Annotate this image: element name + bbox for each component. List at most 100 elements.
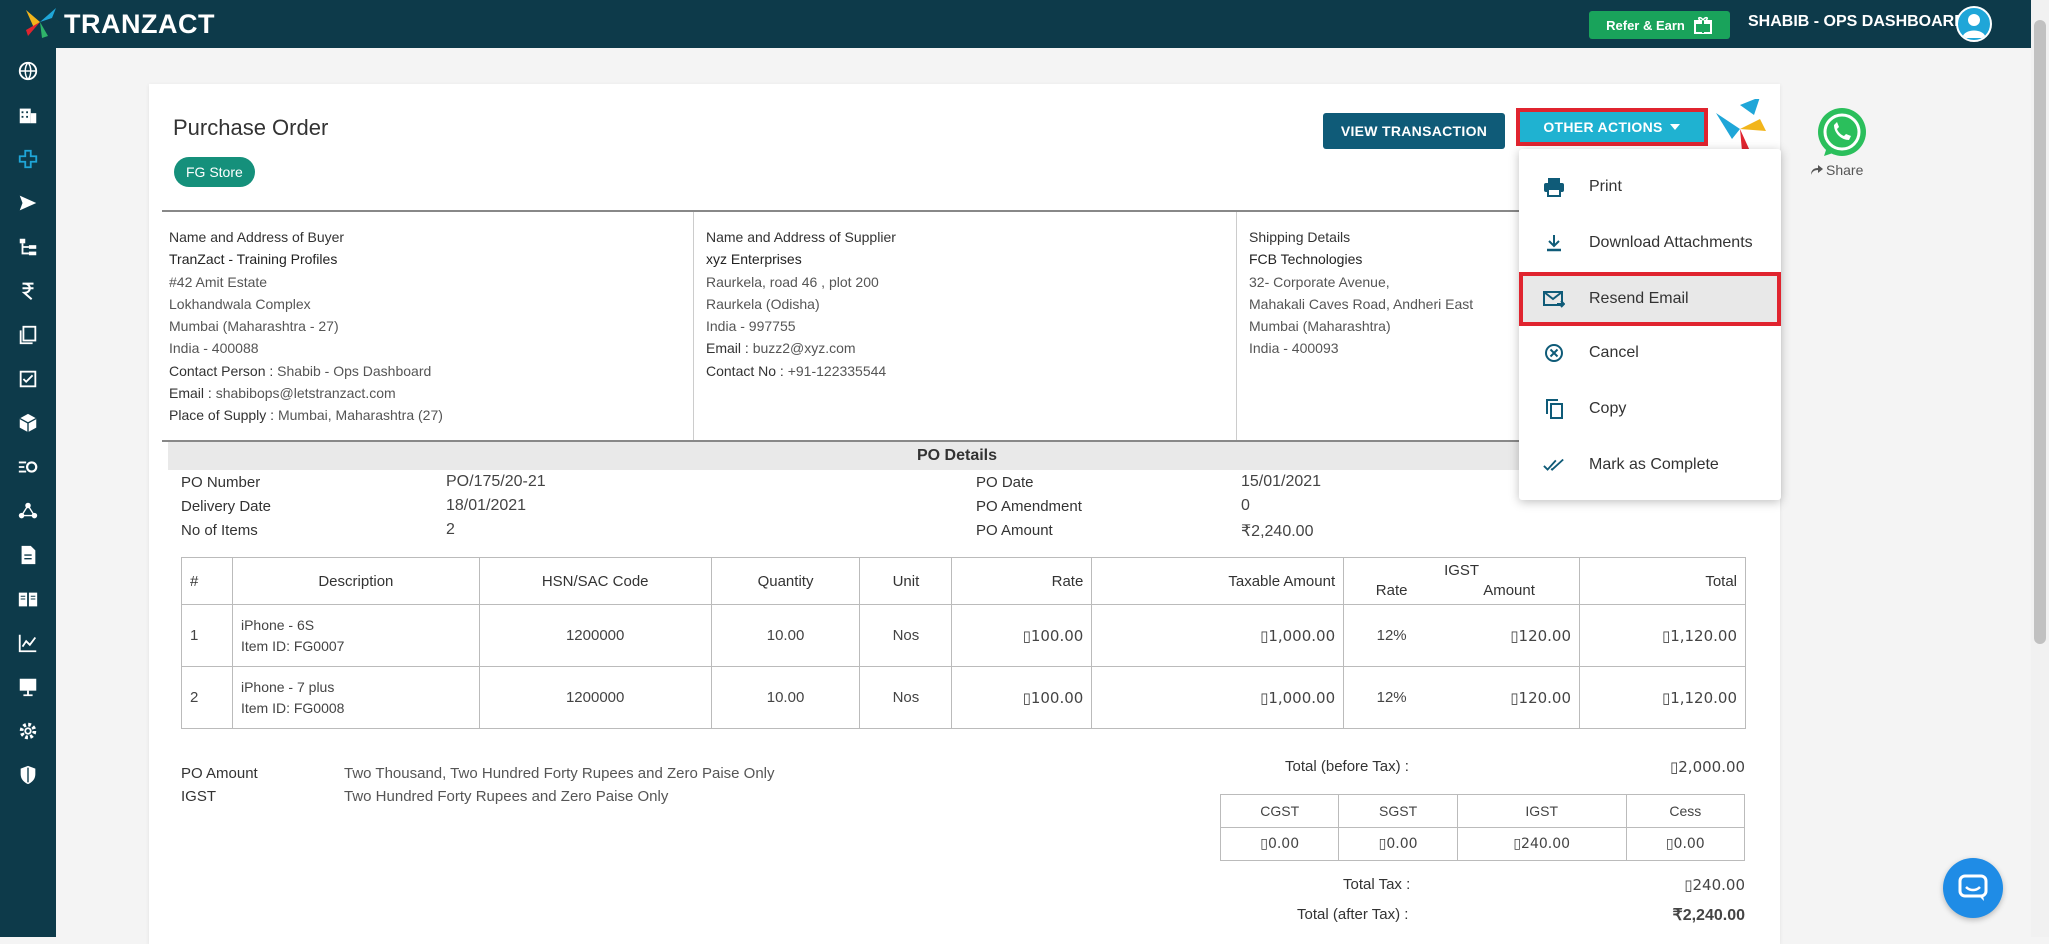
- buyer-contact-label: Contact Person :: [169, 362, 274, 379]
- buyer-heading: Name and Address of Buyer: [169, 229, 345, 245]
- shipping-line2: Mahakali Caves Road, Andheri East: [1249, 295, 1474, 312]
- total-before-tax-value: ▯2,000.00: [1670, 758, 1746, 776]
- address-section: Name and Address of Buyer TranZact - Tra…: [162, 210, 1737, 442]
- view-transaction-button[interactable]: VIEW TRANSACTION: [1323, 113, 1505, 149]
- total-after-tax-value: ₹2,240.00: [1672, 907, 1745, 924]
- row-igst-amount: ▯120.00: [1510, 626, 1572, 645]
- menu-label-print: Print: [1589, 178, 1622, 195]
- menu-label-cancel: Cancel: [1589, 344, 1639, 361]
- share-link[interactable]: Share: [1810, 162, 1863, 178]
- igst-header: IGST: [1444, 562, 1480, 579]
- buyer-supply-value: Mumbai, Maharashtra (27): [277, 407, 443, 424]
- tax-header-cgst: CGST: [1219, 794, 1340, 828]
- vertical-scrollbar[interactable]: [2031, 0, 2049, 937]
- po-date-label: PO Date: [976, 474, 1034, 491]
- po-amendment-value: 0: [1241, 497, 1250, 514]
- row-rate: ▯100.00: [951, 604, 1093, 667]
- logo-text: TRANZACT: [64, 8, 215, 39]
- scrollbar-thumb[interactable]: [2034, 20, 2046, 644]
- table-row: 1 iPhone - 6S Item ID: FG0007 1200000 10…: [181, 604, 1746, 667]
- globe-icon[interactable]: [15, 58, 41, 84]
- gear-icon[interactable]: [15, 718, 41, 744]
- supplier-email-value: buzz2@xyz.com: [752, 340, 856, 357]
- item-id: Item ID: FG0007: [240, 637, 345, 654]
- col-total: Total: [1579, 557, 1746, 605]
- row-total: ▯1,120.00: [1579, 604, 1746, 667]
- refer-and-earn-button[interactable]: Refer & Earn: [1589, 11, 1730, 39]
- menu-label-copy: Copy: [1589, 400, 1627, 417]
- store-chip: FG Store: [174, 157, 255, 187]
- buyer-contact-value: Shabib - Ops Dashboard: [277, 362, 432, 379]
- col-num: #: [181, 557, 233, 605]
- box-icon[interactable]: [15, 410, 41, 436]
- building-icon[interactable]: [15, 102, 41, 128]
- menu-item-mark-complete[interactable]: Mark as Complete: [1519, 438, 1781, 492]
- page-title: Purchase Order: [173, 115, 329, 140]
- po-amount-label: PO Amount: [976, 522, 1053, 539]
- col-unit: Unit: [859, 557, 953, 605]
- other-actions-menu: Print Download Attachments Resend Email …: [1519, 149, 1781, 500]
- row-description: iPhone - 7 plus Item ID: FG0008: [231, 666, 480, 729]
- row-description: iPhone - 6S Item ID: FG0007: [231, 604, 480, 667]
- documents-icon[interactable]: [15, 322, 41, 348]
- plus-cross-icon[interactable]: [15, 146, 41, 172]
- table-row: 2 iPhone - 7 plus Item ID: FG0008 120000…: [181, 666, 1746, 729]
- send-icon[interactable]: [15, 190, 41, 216]
- menu-label-mark-complete: Mark as Complete: [1589, 456, 1719, 473]
- menu-item-cancel[interactable]: Cancel: [1519, 326, 1781, 380]
- po-number-label: PO Number: [181, 474, 261, 491]
- double-check-icon: [1543, 454, 1565, 476]
- buyer-supply-label: Place of Supply :: [169, 407, 275, 424]
- tax-value-cgst: ▯0.00: [1219, 827, 1340, 861]
- menu-item-copy[interactable]: Copy: [1519, 382, 1781, 436]
- menu-label-download: Download Attachments: [1589, 234, 1753, 251]
- supplier-contact-value: +91-122335544: [787, 362, 887, 379]
- po-amendment-label: PO Amendment: [976, 498, 1082, 515]
- supplier-contact-label: Contact No :: [706, 362, 784, 379]
- hierarchy-icon[interactable]: [15, 234, 41, 260]
- network-icon[interactable]: [15, 498, 41, 524]
- supplier-line2: Raurkela (Odisha): [706, 295, 820, 312]
- total-tax-label: Total Tax :: [1343, 876, 1411, 893]
- brand-mark-icon: [1716, 99, 1766, 151]
- words-igst-value: Two Hundred Forty Rupees and Zero Paise …: [344, 788, 669, 805]
- desktop-icon[interactable]: [15, 674, 41, 700]
- user-avatar-icon[interactable]: [1956, 6, 1992, 42]
- row-total: ▯1,120.00: [1579, 666, 1746, 729]
- po-details-band: PO Details: [168, 442, 1746, 470]
- whatsapp-icon[interactable]: [1814, 106, 1870, 162]
- book-icon[interactable]: [15, 586, 41, 612]
- menu-item-download-attachments[interactable]: Download Attachments: [1519, 216, 1781, 270]
- po-amount-value: ₹2,240.00: [1241, 523, 1314, 540]
- copy-icon: [1543, 398, 1565, 420]
- total-after-tax-label: Total (after Tax) :: [1297, 906, 1409, 923]
- supplier-email-label: Email :: [706, 340, 749, 357]
- rupee-icon[interactable]: [15, 278, 41, 304]
- menu-item-print[interactable]: Print: [1519, 160, 1781, 214]
- row-num: 2: [181, 666, 233, 729]
- checklist-icon[interactable]: [15, 366, 41, 392]
- buyer-block: Name and Address of Buyer TranZact - Tra…: [169, 226, 443, 427]
- row-igst: 12% ▯120.00: [1343, 604, 1581, 667]
- chat-support-button[interactable]: [1943, 858, 2003, 918]
- chat-icon: [1958, 874, 1988, 901]
- other-actions-button[interactable]: OTHER ACTIONS: [1516, 108, 1708, 146]
- tax-header-cess: Cess: [1625, 794, 1746, 828]
- user-name[interactable]: SHABIB - OPS DASHBOARD: [1748, 13, 1966, 31]
- col-description: Description: [231, 557, 480, 605]
- top-bar: TRANZACT Refer & Earn SHABIB - OPS DASHB…: [0, 0, 2049, 48]
- file-icon[interactable]: [15, 542, 41, 568]
- tranzact-logo[interactable]: TRANZACT: [22, 4, 215, 44]
- caret-down-icon: [1669, 124, 1680, 130]
- shipping-name: FCB Technologies: [1249, 251, 1363, 268]
- tax-value-cess: ▯0.00: [1625, 827, 1746, 861]
- workflow-icon[interactable]: [15, 454, 41, 480]
- chart-icon[interactable]: [15, 630, 41, 656]
- no-of-items-label: No of Items: [181, 522, 258, 539]
- email-forward-icon: [1543, 288, 1565, 310]
- igst-amount-header: Amount: [1483, 582, 1535, 599]
- shield-icon[interactable]: [15, 762, 41, 788]
- tax-header-sgst: SGST: [1338, 794, 1458, 828]
- menu-item-resend-email[interactable]: Resend Email: [1519, 272, 1781, 326]
- row-quantity: 10.00: [710, 604, 861, 667]
